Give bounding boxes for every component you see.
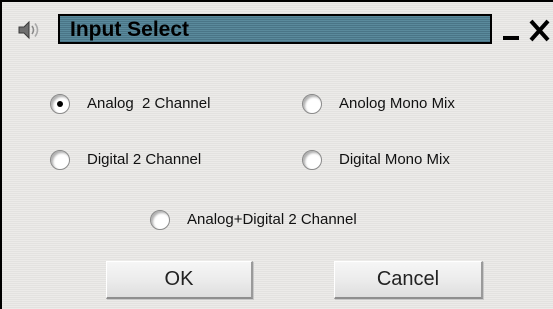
option-label: Anolog Mono Mix — [339, 95, 455, 112]
title-bar: Input Select — [2, 2, 553, 54]
cancel-button[interactable]: Cancel — [334, 261, 483, 299]
radio-analog-digital-2-channel[interactable] — [150, 210, 170, 230]
radio-anolog-mono-mix[interactable] — [302, 94, 322, 114]
radio-analog-2-channel[interactable] — [50, 94, 70, 114]
option-anolog-mono-mix[interactable]: Anolog Mono Mix — [302, 92, 455, 116]
option-digital-mono-mix[interactable]: Digital Mono Mix — [302, 148, 450, 172]
option-analog-2-channel[interactable]: Analog 2 Channel — [50, 92, 210, 116]
radio-digital-2-channel[interactable] — [50, 150, 70, 170]
option-analog-digital-2-channel[interactable]: Analog+Digital 2 Channel — [150, 208, 357, 232]
option-digital-2-channel[interactable]: Digital 2 Channel — [50, 148, 201, 172]
option-label: Digital 2 Channel — [87, 151, 202, 168]
option-label: Analog 2 Channel — [87, 95, 211, 112]
radio-digital-mono-mix[interactable] — [302, 150, 322, 170]
ok-button[interactable]: OK — [106, 261, 253, 299]
title-box: Input Select — [58, 14, 492, 44]
close-button[interactable] — [528, 16, 553, 44]
option-label: Analog+Digital 2 Channel — [187, 211, 357, 228]
close-icon — [528, 19, 553, 48]
option-label: Digital Mono Mix — [339, 151, 450, 168]
speaker-icon — [17, 20, 43, 40]
input-select-dialog: Input Select Analog 2 Channel Anolog Mon… — [0, 0, 553, 309]
window-title: Input Select — [70, 18, 190, 41]
minimize-button[interactable] — [501, 15, 523, 45]
